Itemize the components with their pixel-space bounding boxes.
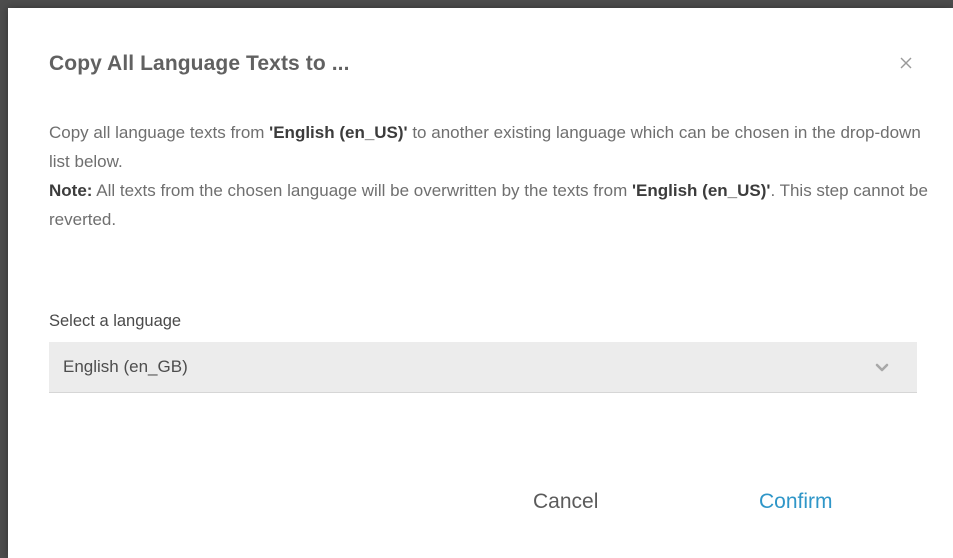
selected-language-value: English (en_GB): [63, 357, 188, 376]
note-text: All texts from the chosen language will …: [92, 181, 632, 200]
dialog-description: Copy all language texts from 'English (e…: [49, 118, 929, 234]
note-source-language: 'English (en_US)': [632, 181, 771, 200]
language-select[interactable]: English (en_GB): [49, 342, 917, 393]
description-text: Copy all language texts from: [49, 123, 270, 142]
source-language: 'English (en_US)': [269, 123, 408, 142]
confirm-button[interactable]: Confirm: [759, 490, 833, 514]
chevron-down-icon: [875, 363, 889, 372]
close-icon[interactable]: [897, 54, 915, 72]
copy-language-dialog: Copy All Language Texts to ... Copy all …: [8, 8, 953, 558]
select-language-label: Select a language: [49, 312, 182, 330]
cancel-button[interactable]: Cancel: [533, 490, 598, 514]
note-label: Note:: [49, 181, 93, 200]
dialog-title: Copy All Language Texts to ...: [49, 52, 350, 75]
